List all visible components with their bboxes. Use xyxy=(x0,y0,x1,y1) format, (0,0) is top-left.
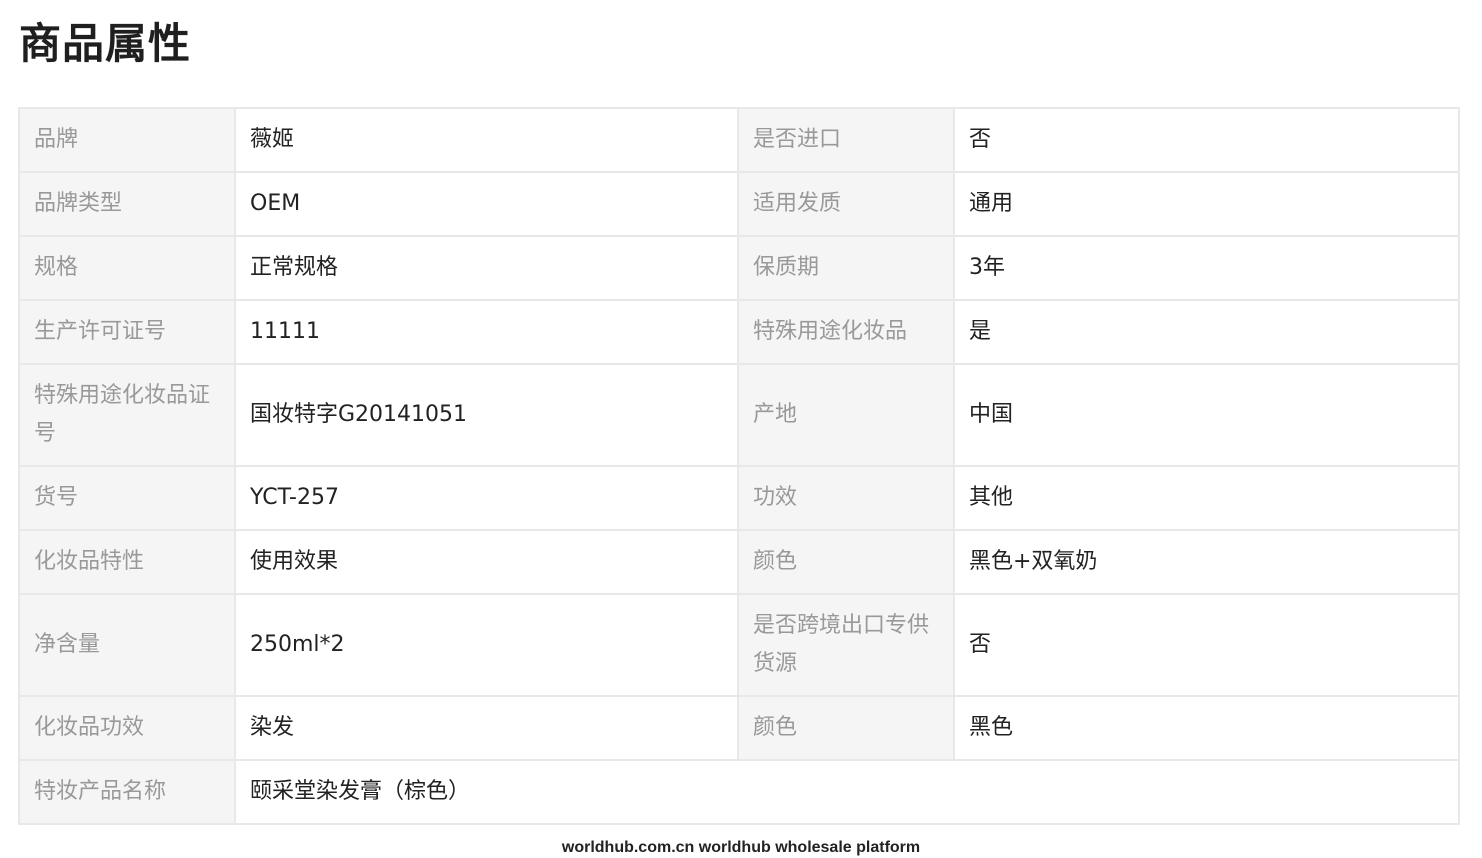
table-row: 生产许可证号 11111 特殊用途化妆品 是 xyxy=(18,299,1460,365)
footer-text: worldhub.com.cn worldhub wholesale platf… xyxy=(561,839,921,856)
attr-label: 化妆品特性 xyxy=(18,529,236,595)
attr-value: 是 xyxy=(953,299,1460,365)
attr-value: 薇姬 xyxy=(234,107,739,173)
attr-value: 黑色 xyxy=(953,695,1460,761)
attr-label: 功效 xyxy=(737,465,955,531)
attr-value: 中国 xyxy=(953,363,1460,467)
attr-label: 颜色 xyxy=(737,529,955,595)
attr-label: 品牌类型 xyxy=(18,171,236,237)
attr-value: 其他 xyxy=(953,465,1460,531)
attr-label: 生产许可证号 xyxy=(18,299,236,365)
attr-value: 11111 xyxy=(234,299,739,365)
attr-label: 品牌 xyxy=(18,107,236,173)
table-row: 特殊用途化妆品证号 国妆特字G20141051 产地 中国 xyxy=(18,363,1460,467)
attr-value: 染发 xyxy=(234,695,739,761)
table-row: 化妆品功效 染发 颜色 黑色 xyxy=(18,695,1460,761)
table-row: 品牌类型 OEM 适用发质 通用 xyxy=(18,171,1460,237)
attr-label: 净含量 xyxy=(18,593,236,697)
attr-value: 黑色+双氧奶 xyxy=(953,529,1460,595)
attr-value: 250ml*2 xyxy=(234,593,739,697)
attr-label: 保质期 xyxy=(737,235,955,301)
attr-value: 3年 xyxy=(953,235,1460,301)
attr-value: 否 xyxy=(953,107,1460,173)
attr-label: 规格 xyxy=(18,235,236,301)
attr-value: 颐采堂染发膏（棕色） xyxy=(234,759,1460,825)
attr-label: 特殊用途化妆品证号 xyxy=(18,363,236,467)
attributes-table: 品牌 薇姬 是否进口 否 品牌类型 OEM 适用发质 通用 规格 正常规格 保质… xyxy=(18,107,1460,825)
attr-value: OEM xyxy=(234,171,739,237)
attr-value: 正常规格 xyxy=(234,235,739,301)
table-row: 净含量 250ml*2 是否跨境出口专供货源 否 xyxy=(18,593,1460,697)
attr-value: 使用效果 xyxy=(234,529,739,595)
attr-label: 特妆产品名称 xyxy=(18,759,236,825)
attr-value: 国妆特字G20141051 xyxy=(234,363,739,467)
attr-label: 是否进口 xyxy=(737,107,955,173)
attr-label: 适用发质 xyxy=(737,171,955,237)
attr-label: 化妆品功效 xyxy=(18,695,236,761)
attr-label: 产地 xyxy=(737,363,955,467)
attr-value: 否 xyxy=(953,593,1460,697)
attr-label: 是否跨境出口专供货源 xyxy=(737,593,955,697)
table-row: 货号 YCT-257 功效 其他 xyxy=(18,465,1460,531)
attr-value: 通用 xyxy=(953,171,1460,237)
attr-label: 特殊用途化妆品 xyxy=(737,299,955,365)
page-title: 商品属性 xyxy=(19,19,192,68)
attr-label: 货号 xyxy=(18,465,236,531)
table-row: 品牌 薇姬 是否进口 否 xyxy=(18,107,1460,173)
table-row: 化妆品特性 使用效果 颜色 黑色+双氧奶 xyxy=(18,529,1460,595)
attr-value: YCT-257 xyxy=(234,465,739,531)
attr-label: 颜色 xyxy=(737,695,955,761)
table-row: 规格 正常规格 保质期 3年 xyxy=(18,235,1460,301)
table-row: 特妆产品名称 颐采堂染发膏（棕色） xyxy=(18,759,1460,825)
